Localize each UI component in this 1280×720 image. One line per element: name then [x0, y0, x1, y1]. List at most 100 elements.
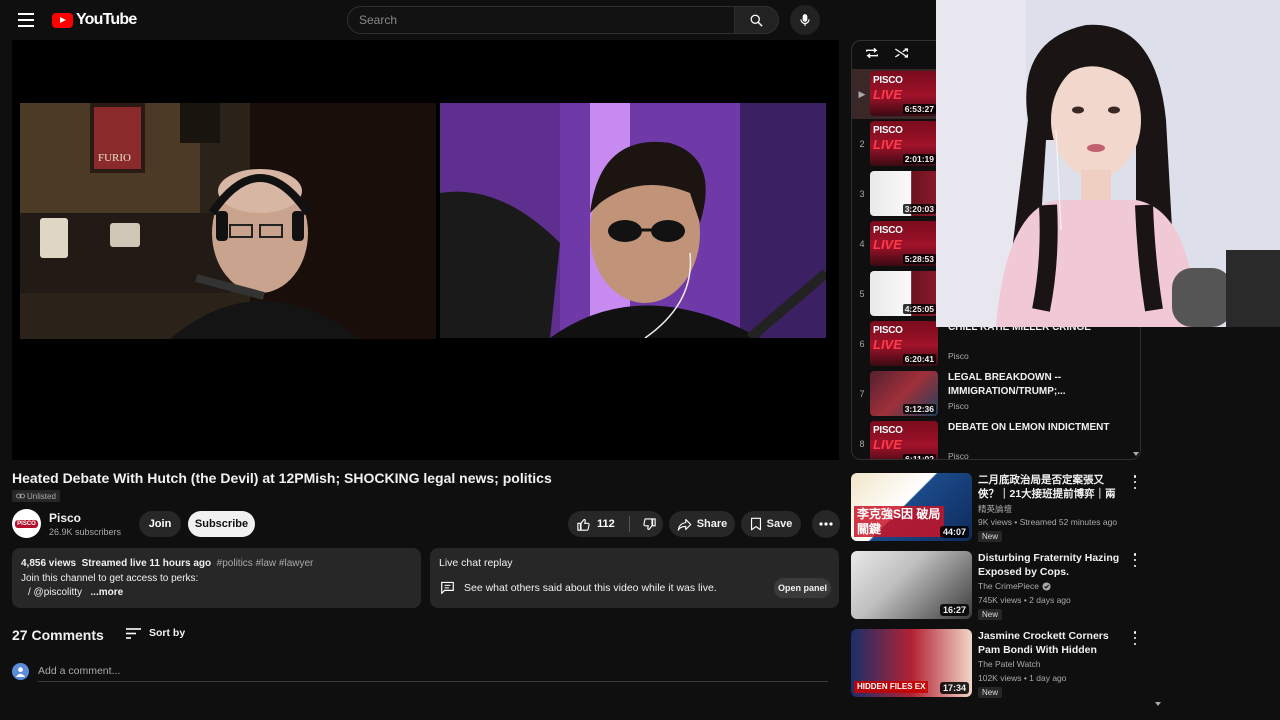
channel-avatar[interactable]: PISCO: [12, 509, 41, 538]
duration-badge: 6:20:41: [902, 354, 936, 364]
description-box[interactable]: 4,856 views Streamed live 11 hours ago #…: [12, 548, 421, 608]
duration-badge: 5:28:53: [902, 254, 936, 264]
recommended-title[interactable]: Disturbing Fraternity Hazing Exposed by …: [978, 551, 1123, 579]
recommended-channel-name[interactable]: 精英論壇: [978, 503, 1012, 515]
recommended-video[interactable]: 李克強S因 破局關鍵 44:07 二月底政治局是否定案張又俠？｜21大接班提前博弈｜…: [851, 473, 1141, 543]
hashtags[interactable]: #politics #law #lawyer: [217, 558, 314, 569]
duration-badge: 6:11:02: [903, 454, 936, 459]
more-actions-button[interactable]: [812, 510, 840, 538]
live-logo-text: LIVE: [873, 137, 902, 152]
join-button[interactable]: Join: [139, 511, 181, 537]
sort-by-button[interactable]: Sort by: [126, 627, 185, 639]
playlist-index: 4: [859, 239, 865, 249]
duration-badge: 3:12:36: [902, 404, 936, 414]
more-options-icon[interactable]: [1131, 475, 1139, 489]
recommended-channel[interactable]: The CrimePiece: [978, 581, 1051, 591]
live-chat-text: See what others said about this video wh…: [464, 582, 717, 594]
playlist-thumbnail[interactable]: PISCO LIVE 5:28:53: [870, 221, 938, 266]
shuffle-icon[interactable]: [894, 46, 910, 60]
recommended-video[interactable]: 16:27 Disturbing Fraternity Hazing Expose…: [851, 551, 1141, 621]
duration-badge: 4:25:05: [902, 304, 936, 314]
save-button[interactable]: Save: [741, 511, 801, 537]
show-more-link[interactable]: ...more: [90, 587, 123, 598]
playlist-thumbnail[interactable]: PISCO LIVE 2:01:19: [870, 121, 938, 166]
playlist-thumbnail[interactable]: PISCO LIVE 6:53:27: [870, 71, 938, 116]
search-icon: [750, 14, 763, 27]
search-box[interactable]: [347, 6, 735, 34]
recommended-title[interactable]: 二月底政治局是否定案張又俠？｜21大接班提前博弈｜兩會成...: [978, 473, 1123, 501]
new-badge: New: [978, 531, 1003, 542]
playlist-index: 8: [859, 439, 865, 449]
subscriber-count: 26.9K subscribers: [49, 527, 122, 537]
subscribe-button[interactable]: Subscribe: [188, 511, 255, 537]
playlist-item[interactable]: 7 3:12:36 LEGAL BREAKDOWN -- IMMIGRATION/T…: [852, 369, 1140, 419]
recommended-thumbnail[interactable]: 16:27: [851, 551, 972, 619]
playlist-item-title[interactable]: LEGAL BREAKDOWN -- IMMIGRATION/TRUMP;...: [948, 371, 1123, 399]
playlist-thumbnail[interactable]: 3:20:03: [870, 171, 938, 216]
recommended-channel[interactable]: 精英論壇: [978, 503, 1012, 515]
recommended-video[interactable]: HIDDEN FILES EX 17:34 Jasmine Crockett Cor…: [851, 629, 1141, 699]
voice-search-button[interactable]: [790, 5, 820, 35]
share-button[interactable]: Share: [669, 511, 735, 537]
recommended-channel-name[interactable]: The CrimePiece: [978, 581, 1039, 591]
playlist-index: 5: [859, 289, 865, 299]
duration-badge: 2:01:19: [902, 154, 936, 164]
live-logo-text: LIVE: [873, 87, 902, 102]
webcam-overlay: [936, 0, 1280, 327]
playlist-thumbnail[interactable]: 3:12:36: [870, 371, 938, 416]
playlist-item-channel[interactable]: Pisco: [948, 351, 969, 361]
playlist-item[interactable]: 8 PISCO LIVE 6:11:02 DEBATE ON LEMON INDICTM…: [852, 419, 1140, 459]
open-panel-button[interactable]: Open panel: [774, 578, 831, 598]
playlist-thumbnail[interactable]: PISCO LIVE 6:20:41: [870, 321, 938, 366]
unlisted-badge: Unlisted: [12, 490, 60, 502]
recommended-channel[interactable]: The Patel Watch: [978, 659, 1041, 669]
pisco-logo-text: PISCO: [873, 325, 903, 336]
playlist-index: 6: [859, 339, 865, 349]
recommended-title[interactable]: Jasmine Crockett Corners Pam Bondi With …: [978, 629, 1123, 657]
youtube-logo[interactable]: YouTube: [52, 11, 137, 29]
recommended-thumbnail[interactable]: 李克強S因 破局關鍵 44:07: [851, 473, 972, 541]
mic-icon: [800, 14, 810, 26]
playlist-item-channel[interactable]: Pisco: [948, 401, 969, 411]
recommended-channel-name[interactable]: The Patel Watch: [978, 659, 1041, 669]
loop-icon[interactable]: [864, 46, 880, 60]
playlist-item-channel[interactable]: Pisco: [948, 451, 969, 459]
user-avatar: [12, 663, 29, 680]
recommended-meta: 102K views • 1 day ago: [978, 673, 1067, 683]
channel-handle-link[interactable]: / @piscolitty: [28, 587, 82, 598]
playlist-index: 3: [859, 189, 865, 199]
comments-count: 27 Comments: [12, 627, 104, 643]
like-count[interactable]: 112: [597, 518, 615, 530]
menu-icon[interactable]: [18, 13, 34, 27]
duration-badge: 3:20:03: [902, 204, 936, 214]
playlist-thumbnail[interactable]: PISCO LIVE 6:11:02: [870, 421, 938, 459]
playlist-index: 7: [859, 389, 865, 399]
duration-badge: 16:27: [939, 604, 969, 616]
search-input[interactable]: [348, 7, 734, 33]
channel-name[interactable]: Pisco: [49, 511, 81, 525]
duration-badge: 17:34: [939, 682, 969, 694]
playlist-thumbnail[interactable]: 4:25:05: [870, 271, 938, 316]
page-scroll-down-icon[interactable]: [1155, 702, 1161, 706]
streamed-time: Streamed live 11 hours ago: [81, 558, 212, 569]
more-options-icon[interactable]: [1131, 631, 1139, 645]
dislike-icon[interactable]: [642, 517, 657, 532]
more-icon: [819, 522, 833, 526]
save-icon: [750, 517, 761, 531]
comment-input-underline: [38, 681, 828, 682]
playlist-scroll-down-icon[interactable]: [1133, 452, 1139, 456]
duration-badge: 6:53:27: [902, 104, 936, 114]
more-options-icon[interactable]: [1131, 553, 1139, 567]
sort-by-label: Sort by: [149, 627, 186, 639]
like-dislike-group: 112: [568, 511, 663, 537]
playlist-index: ▶: [858, 89, 866, 99]
search-button[interactable]: [734, 6, 779, 34]
recommended-thumbnail[interactable]: HIDDEN FILES EX 17:34: [851, 629, 972, 697]
playlist-item-title[interactable]: DEBATE ON LEMON INDICTMENT: [948, 421, 1123, 435]
thumbnail-text: 李克強S因 破局關鍵: [854, 506, 944, 537]
like-icon[interactable]: [576, 517, 591, 532]
live-logo-text: LIVE: [873, 437, 902, 452]
link-icon: [16, 493, 25, 499]
sort-icon: [126, 627, 141, 639]
add-comment-input[interactable]: Add a comment...: [38, 665, 120, 677]
